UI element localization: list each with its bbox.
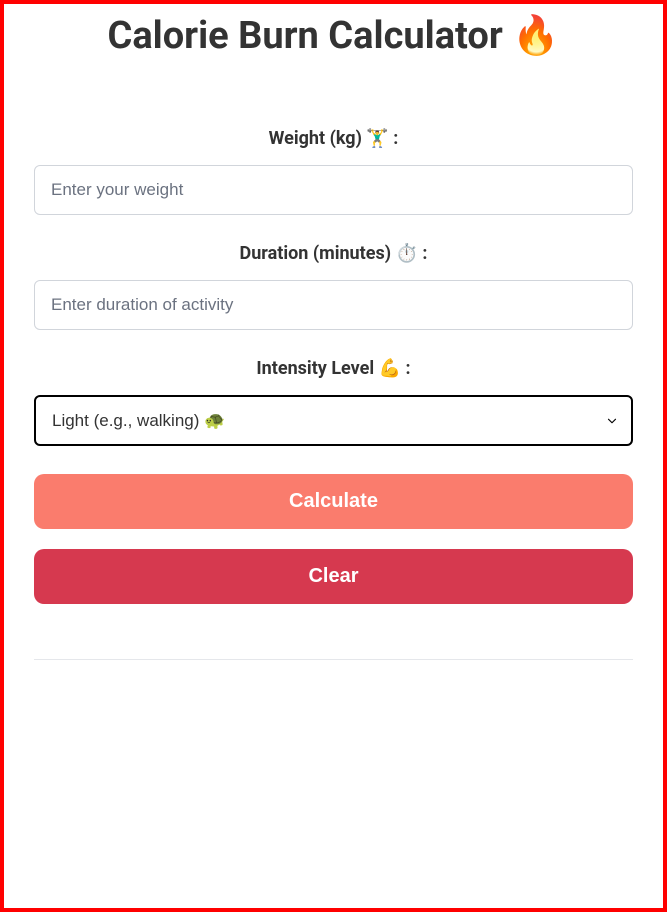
weight-group: Weight (kg) 🏋️‍♂️ : <box>34 128 633 215</box>
duration-group: Duration (minutes) ⏱️ : <box>34 243 633 330</box>
duration-input[interactable] <box>34 280 633 330</box>
intensity-label: Intensity Level 💪 : <box>34 358 633 379</box>
intensity-select[interactable]: Light (e.g., walking) 🐢 <box>34 395 633 446</box>
clear-button[interactable]: Clear <box>34 549 633 604</box>
duration-label: Duration (minutes) ⏱️ : <box>34 243 633 264</box>
weight-label: Weight (kg) 🏋️‍♂️ : <box>34 128 633 149</box>
page-title: Calorie Burn Calculator 🔥 <box>34 14 633 58</box>
intensity-group: Intensity Level 💪 : Light (e.g., walking… <box>34 358 633 446</box>
weight-input[interactable] <box>34 165 633 215</box>
divider <box>34 659 633 660</box>
calculate-button[interactable]: Calculate <box>34 474 633 529</box>
